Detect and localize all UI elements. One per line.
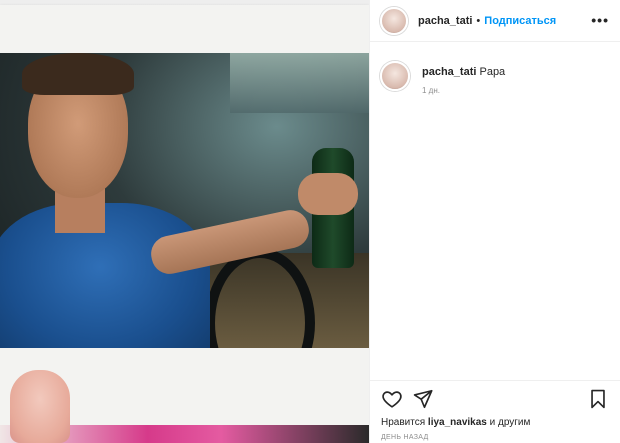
bookmark-icon[interactable] — [587, 388, 609, 410]
polaroid-frame — [0, 5, 369, 425]
likes-suffix[interactable]: и другим — [490, 417, 531, 428]
hair — [22, 53, 134, 95]
liker-username[interactable]: liya_navikas — [428, 417, 487, 428]
action-bar: Нравится liya_navikas и другим ДЕНЬ НАЗА… — [370, 380, 620, 443]
thumb — [10, 370, 70, 443]
paper-plane-icon[interactable] — [412, 388, 434, 410]
caption-line: pacha_tati Papa — [422, 66, 505, 78]
caption: pacha_tati Papa 1 дн. — [380, 61, 610, 95]
post-header: pacha_tati • Подписаться ••• — [370, 0, 620, 42]
author-username[interactable]: pacha_tati — [418, 15, 472, 27]
more-options-icon[interactable]: ••• — [591, 13, 609, 27]
follow-button[interactable]: Подписаться — [484, 15, 556, 27]
caption-username[interactable]: pacha_tati — [422, 66, 476, 78]
blue-shirt — [0, 203, 210, 348]
author-avatar[interactable] — [380, 6, 408, 35]
hand — [298, 173, 358, 215]
likes-prefix: Нравится — [381, 417, 426, 428]
heart-icon[interactable] — [381, 388, 403, 410]
likes-summary: Нравится liya_navikas и другим — [381, 417, 530, 428]
caption-time[interactable]: 1 дн. — [422, 86, 505, 95]
caption-avatar[interactable] — [380, 61, 410, 91]
polaroid-picture — [0, 53, 369, 348]
car-window — [230, 53, 369, 113]
post-sidebar: pacha_tati • Подписаться ••• pacha_tati … — [369, 0, 620, 443]
separator-dot: • — [476, 14, 481, 27]
caption-body: pacha_tati Papa 1 дн. — [422, 61, 505, 95]
post-photo[interactable] — [0, 0, 369, 443]
caption-text: Papa — [479, 66, 506, 78]
post-timestamp[interactable]: ДЕНЬ НАЗАД — [381, 434, 429, 441]
